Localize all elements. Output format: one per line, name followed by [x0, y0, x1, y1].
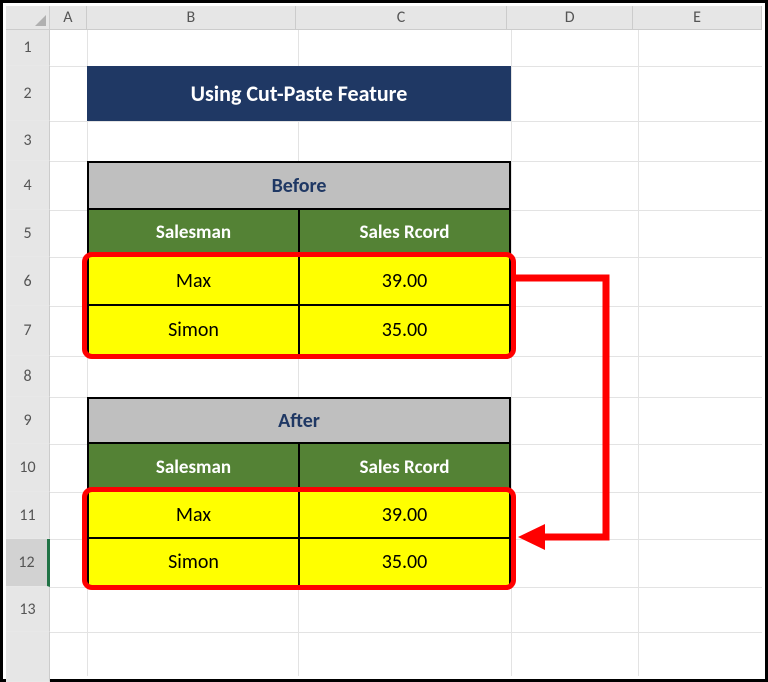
select-all-corner[interactable] [6, 6, 50, 30]
row-header-1[interactable]: 1 [6, 30, 50, 66]
col-header-c[interactable]: C [296, 6, 507, 29]
col-header-d[interactable]: D [507, 6, 633, 29]
row-header-13[interactable]: 13 [6, 587, 50, 632]
row-header-9[interactable]: 9 [6, 397, 50, 444]
spreadsheet: ABCDE 12345678910111213 Using Cut-Paste … [0, 0, 768, 682]
column-headers: ABCDE [50, 6, 762, 30]
table1-r2c2[interactable]: 35.00 [298, 304, 511, 356]
table1-r2c1[interactable]: Simon [87, 304, 300, 356]
table2-header: After [87, 397, 511, 444]
table2-col2-header: Sales Rcord [298, 442, 511, 492]
row-header-11[interactable]: 11 [6, 492, 50, 539]
row-header-12[interactable]: 12 [6, 539, 50, 587]
table2-r1c2[interactable]: 39.00 [298, 490, 511, 539]
table2-r1c1[interactable]: Max [87, 490, 300, 539]
col-header-b[interactable]: B [87, 6, 296, 29]
row-header-6[interactable]: 6 [6, 257, 50, 306]
table2-r2c2[interactable]: 35.00 [298, 537, 511, 587]
table1-r1c1[interactable]: Max [87, 255, 300, 306]
row-header-7[interactable]: 7 [6, 306, 50, 356]
table1-header: Before [87, 161, 511, 210]
page-title: Using Cut-Paste Feature [87, 66, 511, 121]
row-header-10[interactable]: 10 [6, 444, 50, 492]
table1-r1c2[interactable]: 39.00 [298, 255, 511, 306]
row-headers: 12345678910111213 [6, 30, 50, 682]
col-header-e[interactable]: E [633, 6, 762, 29]
row-header-2[interactable]: 2 [6, 66, 50, 121]
row-header-8[interactable]: 8 [6, 356, 50, 397]
table2-col1-header: Salesman [87, 442, 300, 492]
row-header-5[interactable]: 5 [6, 210, 50, 257]
table2-r2c1[interactable]: Simon [87, 537, 300, 587]
row-header-4[interactable]: 4 [6, 161, 50, 210]
row-header-3[interactable]: 3 [6, 121, 50, 161]
row-header-tail [6, 632, 50, 682]
table1-col1-header: Salesman [87, 208, 300, 257]
table1-col2-header: Sales Rcord [298, 208, 511, 257]
col-header-a[interactable]: A [50, 6, 87, 29]
